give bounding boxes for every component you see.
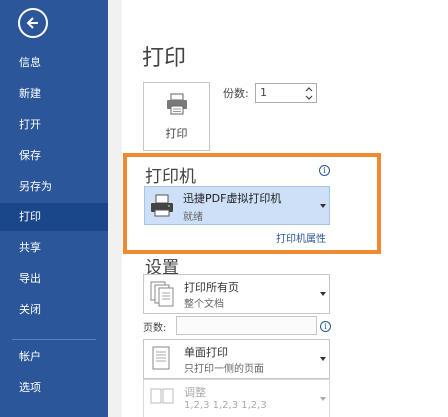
print-sides-sub: 只打印一侧的页面 [184,364,264,375]
sidebar-item-save-as[interactable]: 另存为 [0,173,108,201]
sidebar-item-account[interactable]: 帐户 [0,343,108,371]
content-gutter [108,0,122,417]
document-pages-icon [150,281,174,307]
print-range-select[interactable]: 打印所有页 整个文档 [143,274,330,314]
sidebar-divider [12,339,96,340]
pages-info-icon[interactable]: i [320,321,331,332]
printer-icon [167,93,187,115]
highlight-frame [123,153,381,254]
print-range-sub: 整个文档 [184,299,224,310]
print-range-label: 打印所有页 [184,281,239,294]
copies-label: 份数: [223,87,249,100]
sidebar-item-new[interactable]: 新建 [0,80,108,108]
print-button[interactable]: 打印 [143,82,210,151]
chevron-down-icon [320,292,326,296]
collate-icon [150,388,174,404]
page-title: 打印 [142,46,187,71]
sidebar-item-print[interactable]: 打印 [0,203,108,231]
sidebar-item-close[interactable]: 关闭 [0,296,108,324]
pages-label: 页数: [143,323,167,334]
chevron-down-icon [320,397,326,401]
sidebar-item-options[interactable]: 选项 [0,374,108,402]
sidebar-item-info[interactable]: 信息 [0,49,108,77]
print-sides-label: 单面打印 [184,346,228,359]
collate-sub: 1,2,3 1,2,3 1,2,3 [184,400,267,411]
sidebar: 信息 新建 打开 保存 另存为 打印 共享 导出 关闭 帐户 选项 [0,0,108,417]
single-sided-icon [152,346,170,370]
sidebar-item-open[interactable]: 打开 [0,111,108,139]
print-sides-select[interactable]: 单面打印 只打印一侧的页面 [143,339,330,379]
sidebar-item-save[interactable]: 保存 [0,142,108,170]
collate-select[interactable]: 调整 1,2,3 1,2,3 1,2,3 [143,379,330,417]
sidebar-item-share[interactable]: 共享 [0,234,108,262]
print-button-label: 打印 [165,127,188,140]
copies-decrement-icon[interactable] [303,93,315,102]
collate-label: 调整 [184,386,206,399]
back-arrow-icon[interactable] [18,8,48,38]
sidebar-item-export[interactable]: 导出 [0,265,108,293]
pages-input[interactable] [176,316,317,335]
chevron-down-icon [320,357,326,361]
